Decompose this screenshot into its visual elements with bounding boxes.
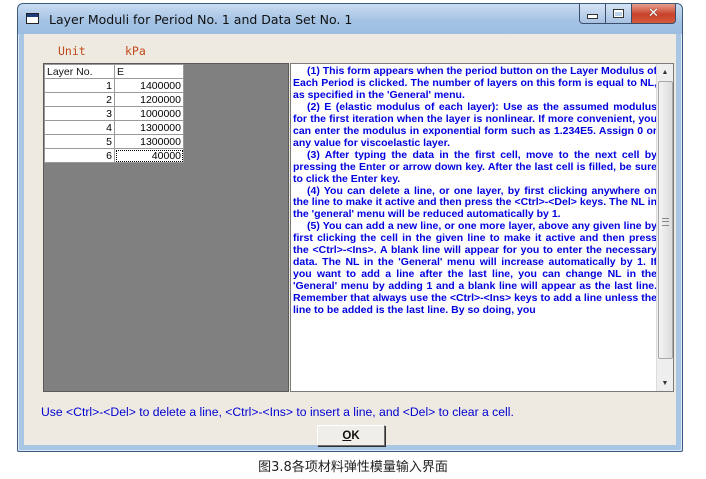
modulus-cell[interactable]: 1000000 <box>114 106 184 121</box>
table-row[interactable]: 3 1000000 <box>44 106 184 121</box>
help-paragraph: (4) You can delete a line, or one layer,… <box>293 184 657 221</box>
help-text: (1) This form appears when the period bu… <box>293 66 657 389</box>
modulus-cell[interactable]: 1300000 <box>114 134 184 149</box>
scroll-grip-icon <box>662 218 669 226</box>
unit-label: Unit <box>58 44 86 58</box>
help-paragraph: (3) After typing the data in the first c… <box>293 148 657 185</box>
ok-button-label: K <box>351 429 360 442</box>
column-header-e: E <box>114 64 184 79</box>
minimize-button[interactable] <box>579 4 606 24</box>
scroll-down-icon[interactable]: ▼ <box>657 375 673 391</box>
dialog-window: Layer Moduli for Period No. 1 and Data S… <box>17 3 683 452</box>
table-row[interactable]: 2 1200000 <box>44 92 184 107</box>
modulus-cell[interactable]: 1400000 <box>114 78 184 93</box>
figure-caption: 图3.8各项材料弹性模量输入界面 <box>258 460 448 475</box>
table-row[interactable]: 1 1400000 <box>44 78 184 93</box>
close-icon: ✕ <box>648 6 659 21</box>
maximize-icon <box>613 9 624 18</box>
ok-button[interactable]: OK <box>317 425 385 446</box>
help-text-box[interactable]: (1) This form appears when the period bu… <box>290 63 674 392</box>
modulus-cell[interactable]: 40000 <box>114 148 184 163</box>
layer-no-cell: 3 <box>44 106 115 121</box>
close-button[interactable]: ✕ <box>632 4 676 24</box>
help-paragraph: (2) E (elastic modulus of each layer): U… <box>293 100 657 149</box>
column-header-layer-no: Layer No. <box>44 64 115 79</box>
help-paragraph: (5) You can add a new line, or one more … <box>293 220 657 317</box>
app-window-icon <box>26 13 39 24</box>
maximize-button[interactable] <box>606 4 632 24</box>
caption-buttons: ✕ <box>579 4 676 24</box>
layer-no-cell: 5 <box>44 134 115 149</box>
window-title: Layer Moduli for Period No. 1 and Data S… <box>49 12 353 27</box>
table-row[interactable]: 4 1300000 <box>44 120 184 135</box>
layer-moduli-grid[interactable]: Layer No. E 1 1400000 2 1200000 3 100000… <box>43 63 289 392</box>
table-header-row: Layer No. E <box>44 64 184 79</box>
table-row[interactable]: 5 1300000 <box>44 134 184 149</box>
layer-no-cell: 1 <box>44 78 115 93</box>
modulus-cell[interactable]: 1200000 <box>114 92 184 107</box>
title-bar[interactable]: Layer Moduli for Period No. 1 and Data S… <box>18 4 682 34</box>
modulus-cell[interactable]: 1300000 <box>114 120 184 135</box>
layer-no-cell: 2 <box>44 92 115 107</box>
keyboard-hint-text: Use <Ctrl>-<Del> to delete a line, <Ctrl… <box>41 405 514 419</box>
layer-no-cell: 4 <box>44 120 115 135</box>
unit-value: kPa <box>125 44 146 58</box>
scroll-up-icon[interactable]: ▲ <box>657 64 673 80</box>
minimize-icon <box>587 14 598 19</box>
table-row[interactable]: 6 40000 <box>44 148 184 163</box>
layer-table: Layer No. E 1 1400000 2 1200000 3 100000… <box>44 64 184 163</box>
vertical-scrollbar[interactable]: ▲ ▼ <box>656 64 673 391</box>
scroll-thumb[interactable] <box>658 81 673 359</box>
dialog-client-area: Unit kPa Layer No. E 1 1400000 2 1200000… <box>24 34 676 446</box>
ok-button-accel: O <box>342 429 352 442</box>
help-paragraph: (1) This form appears when the period bu… <box>293 66 657 101</box>
layer-no-cell: 6 <box>44 148 115 163</box>
